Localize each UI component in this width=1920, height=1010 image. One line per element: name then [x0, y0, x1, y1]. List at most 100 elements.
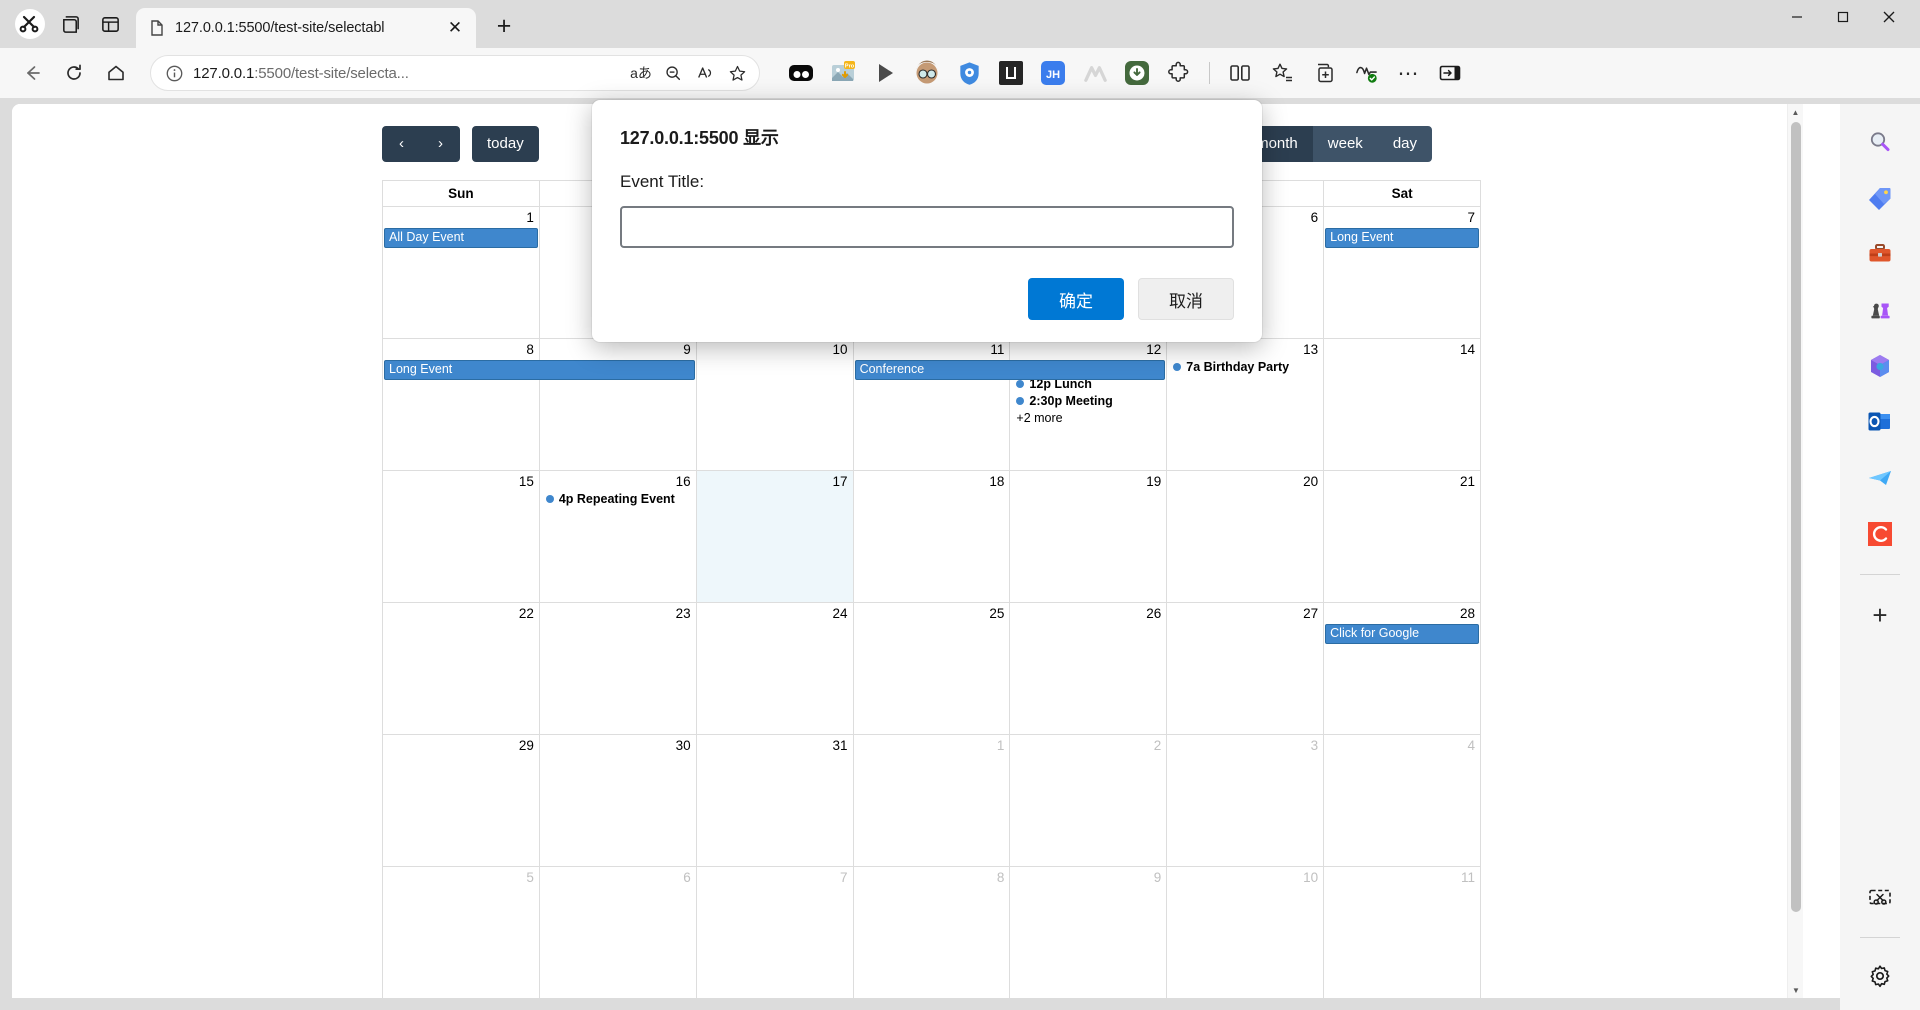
calendar-event-bar[interactable]: Click for Google	[1325, 624, 1479, 644]
calendar-day-cell[interactable]: 10	[696, 339, 854, 471]
more-events-link[interactable]: +2 more	[1014, 411, 1161, 425]
calendar-day-cell[interactable]: 2	[1010, 735, 1168, 867]
calendar-event[interactable]: 7a Birthday Party	[1171, 360, 1318, 374]
calendar-event[interactable]: 4p Repeating Event	[544, 492, 691, 506]
sidebar-toggle-icon[interactable]	[1433, 56, 1467, 90]
calendar-day-cell[interactable]: 7	[696, 867, 854, 998]
ext-jh-badge-icon[interactable]: JH	[1036, 56, 1070, 90]
browser-tab[interactable]: 127.0.0.1:5500/test-site/selectabl ✕	[136, 8, 476, 48]
calendar-day-cell[interactable]: 94p Repeating Event	[539, 339, 697, 471]
page-scrollbar[interactable]: ▲ ▼	[1787, 104, 1803, 998]
search-icon[interactable]	[1860, 122, 1900, 162]
profile-button[interactable]	[10, 4, 50, 44]
calendar-day-cell[interactable]: 28	[1324, 603, 1481, 735]
browser-essentials-icon[interactable]	[1349, 56, 1383, 90]
calendar-day-cell[interactable]: 14	[1324, 339, 1481, 471]
calendar-day-cell[interactable]: 23	[539, 603, 697, 735]
telegram-icon[interactable]	[1860, 458, 1900, 498]
calendar-day-cell[interactable]: 7	[1324, 207, 1481, 339]
calendar-day-cell[interactable]: 22	[383, 603, 540, 735]
calendar-day-cell[interactable]: 5	[383, 867, 540, 998]
today-button[interactable]: today	[472, 126, 539, 162]
split-screen-icon[interactable]	[1223, 56, 1257, 90]
calendar-event-bar[interactable]: Long Event	[1325, 228, 1479, 248]
screenshot-scissors-icon[interactable]	[1860, 879, 1900, 919]
settings-gear-icon[interactable]	[1860, 956, 1900, 996]
settings-more-button[interactable]: ⋯	[1391, 56, 1425, 90]
calendar-day-cell[interactable]: 18	[853, 471, 1011, 603]
calendar-event-bar[interactable]: Conference	[854, 360, 1166, 380]
calendar-day-cell[interactable]: 31	[696, 735, 854, 867]
calendar-day-cell[interactable]: 1210:30a Meeting12p Lunch2:30p Meeting+2…	[1010, 339, 1168, 471]
calendar-day-cell[interactable]: 20	[1167, 471, 1325, 603]
calendar-day-cell[interactable]: 21	[1324, 471, 1481, 603]
outlook-icon[interactable]	[1860, 402, 1900, 442]
prev-month-button[interactable]: ‹	[382, 126, 421, 162]
view-week-button[interactable]: week	[1312, 126, 1378, 162]
collections-icon[interactable]	[1307, 56, 1341, 90]
back-button[interactable]	[12, 53, 52, 93]
new-tab-button[interactable]: +	[486, 8, 522, 44]
calendar-day-cell[interactable]: 16 4p Repeating Event	[539, 471, 697, 603]
ext-download-green-icon[interactable]	[1120, 56, 1154, 90]
extensions-puzzle-icon[interactable]	[1162, 56, 1196, 90]
translate-icon[interactable]: aあ	[625, 57, 657, 89]
calendar-day-cell[interactable]: 27	[1167, 603, 1325, 735]
tools-briefcase-icon[interactable]	[1860, 234, 1900, 274]
calendar-day-cell[interactable]: 10	[1167, 867, 1325, 998]
calendar-day-cell[interactable]: 6	[539, 867, 697, 998]
scroll-down-arrow[interactable]: ▼	[1788, 982, 1804, 998]
address-input[interactable]: 127.0.0.1:5500/test-site/selecta...	[193, 65, 625, 82]
ext-avatar-glasses-icon[interactable]	[910, 56, 944, 90]
calendar-day-cell[interactable]: 9	[1010, 867, 1168, 998]
maximize-button[interactable]	[1820, 0, 1866, 34]
calendar-day-cell[interactable]: 29	[383, 735, 540, 867]
tab-actions-icon[interactable]	[90, 4, 130, 44]
dialog-confirm-button[interactable]: 确定	[1028, 278, 1124, 320]
calendar-day-cell[interactable]: 25	[853, 603, 1011, 735]
calendar-day-cell[interactable]: 30	[539, 735, 697, 867]
calendar-day-cell[interactable]: 8	[383, 339, 540, 471]
calendar-day-cell[interactable]: 8	[853, 867, 1011, 998]
calendar-day-cell[interactable]: 13 7a Birthday Party	[1167, 339, 1325, 471]
event-title-input[interactable]	[620, 206, 1234, 248]
favorites-icon[interactable]	[1265, 56, 1299, 90]
calendar-event-bar[interactable]: Long Event	[384, 360, 695, 380]
calendar-day-cell[interactable]: 15	[383, 471, 540, 603]
close-window-button[interactable]	[1866, 0, 1912, 34]
close-icon[interactable]: ✕	[442, 15, 468, 41]
calendar-day-cell[interactable]: 24	[696, 603, 854, 735]
dialog-cancel-button[interactable]: 取消	[1138, 278, 1234, 320]
ext-m-gray-icon[interactable]	[1078, 56, 1112, 90]
ext-two-dots-icon[interactable]	[784, 56, 818, 90]
refresh-button[interactable]	[54, 53, 94, 93]
favorite-star-icon[interactable]	[721, 57, 753, 89]
calendar-event[interactable]: 2:30p Meeting	[1014, 394, 1161, 408]
calendar-day-cell[interactable]: 1	[853, 735, 1011, 867]
coze-c-icon[interactable]	[1860, 514, 1900, 554]
minimize-button[interactable]	[1774, 0, 1820, 34]
site-information-icon[interactable]	[163, 62, 185, 84]
games-chess-icon[interactable]	[1860, 290, 1900, 330]
calendar-event-bar[interactable]: All Day Event	[384, 228, 538, 248]
home-button[interactable]	[96, 53, 136, 93]
scrollbar-thumb[interactable]	[1791, 122, 1801, 912]
calendar-day-cell[interactable]: 3	[1167, 735, 1325, 867]
scroll-up-arrow[interactable]: ▲	[1788, 104, 1803, 120]
address-bar[interactable]: 127.0.0.1:5500/test-site/selecta... aあ	[150, 55, 760, 91]
calendar-day-cell[interactable]: 11	[1324, 867, 1481, 998]
view-day-button[interactable]: day	[1377, 126, 1432, 162]
microsoft-365-icon[interactable]	[1860, 346, 1900, 386]
workspaces-icon[interactable]	[50, 4, 90, 44]
ext-lastpass-icon[interactable]	[994, 56, 1028, 90]
calendar-day-cell[interactable]: 26	[1010, 603, 1168, 735]
ext-video-play-icon[interactable]	[868, 56, 902, 90]
ext-shield-adblock-icon[interactable]	[952, 56, 986, 90]
next-month-button[interactable]: ›	[421, 126, 460, 162]
calendar-day-cell[interactable]: 1	[383, 207, 540, 339]
shopping-tag-icon[interactable]	[1860, 178, 1900, 218]
read-aloud-icon[interactable]	[689, 57, 721, 89]
calendar-day-cell[interactable]: 17	[696, 471, 854, 603]
calendar-day-cell[interactable]: 11	[853, 339, 1011, 471]
zoom-out-icon[interactable]	[657, 57, 689, 89]
